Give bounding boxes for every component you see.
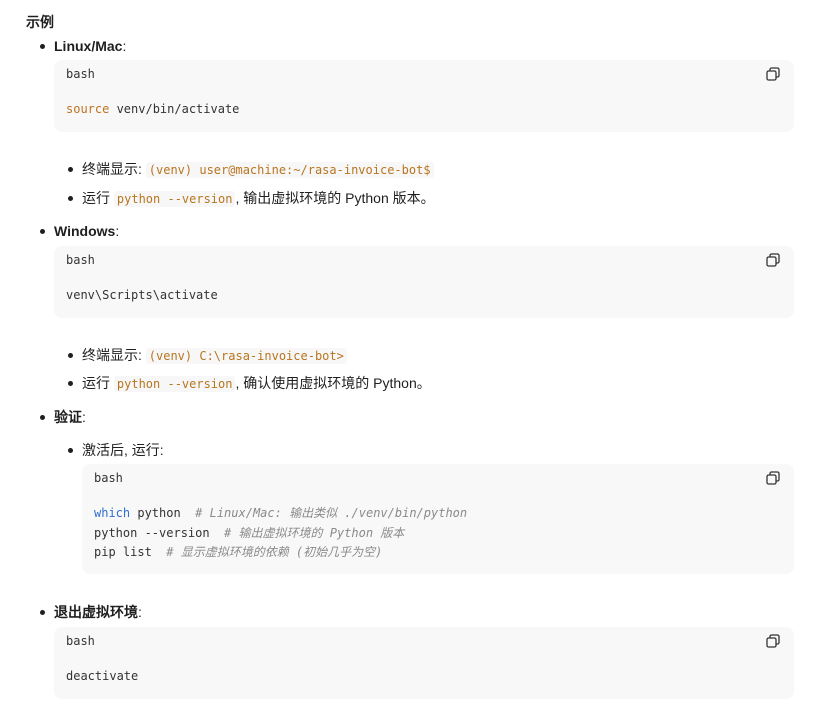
- list-item-after-activate: 激活后, 运行:: [68, 441, 164, 459]
- code-language-label: bash: [94, 471, 123, 485]
- list-item-terminal-display: 终端显示: (venv) user@machine:~/rasa-invoice…: [68, 160, 434, 179]
- section-heading: 示例: [26, 14, 54, 30]
- sub-prefix: 运行: [82, 190, 110, 206]
- list-item-terminal-display: 终端显示: (venv) C:\rasa-invoice-bot>: [68, 346, 347, 365]
- code-content: which python # Linux/Mac: 输出类似 ./venv/bi…: [94, 504, 467, 563]
- list-item-run-version: 运行 python --version, 确认使用虚拟环境的 Python。: [68, 374, 431, 393]
- code-text: pip list: [94, 545, 152, 559]
- code-language-label: bash: [66, 67, 95, 81]
- code-text: deactivate: [66, 669, 139, 683]
- code-text: python: [130, 506, 181, 520]
- verify-colon: :: [82, 409, 86, 425]
- list-item-exit-venv: 退出虚拟环境:: [40, 603, 142, 621]
- sub-suffix: , 确认使用虚拟环境的 Python。: [235, 375, 431, 391]
- windows-colon: :: [115, 223, 120, 239]
- code-text: venv\Scripts\activate: [66, 288, 218, 302]
- inline-code: python --version: [113, 376, 236, 392]
- sub-suffix: , 输出虚拟环境的 Python 版本。: [235, 190, 435, 206]
- list-item-windows: Windows:: [39, 222, 120, 240]
- windows-label: Windows: [54, 223, 116, 239]
- sub-prefix: 终端显示:: [82, 347, 142, 363]
- list-item-verify: 验证:: [40, 408, 86, 426]
- copy-icon[interactable]: [766, 634, 780, 648]
- linux-label: Linux/Mac: [54, 38, 123, 54]
- code-keyword: source: [66, 102, 110, 116]
- code-block-exit: bash deactivate: [54, 627, 794, 699]
- inline-code: (venv) user@machine:~/rasa-invoice-bot$: [145, 162, 434, 178]
- list-item-linux: Linux/Mac:: [39, 37, 127, 55]
- copy-icon[interactable]: [766, 67, 780, 81]
- code-keyword: which: [94, 506, 131, 520]
- code-language-label: bash: [66, 253, 95, 267]
- sub-prefix: 运行: [82, 375, 110, 391]
- sub-prefix: 终端显示:: [82, 161, 142, 177]
- copy-icon[interactable]: [766, 471, 780, 485]
- code-language-label: bash: [66, 634, 95, 648]
- code-comment: # 输出虚拟环境的 Python 版本: [209, 525, 405, 540]
- code-text: venv/bin/activate: [109, 102, 240, 116]
- code-block-verify: bash which python # Linux/Mac: 输出类似 ./ve…: [82, 464, 794, 574]
- verify-label: 验证: [54, 409, 82, 425]
- code-content: source venv/bin/activate: [66, 100, 239, 120]
- exit-label: 退出虚拟环境: [54, 604, 138, 620]
- list-item-run-version: 运行 python --version, 输出虚拟环境的 Python 版本。: [68, 189, 435, 208]
- sub-text: 激活后, 运行:: [82, 442, 164, 458]
- copy-icon[interactable]: [766, 253, 780, 267]
- inline-code: python --version: [113, 191, 236, 207]
- linux-colon: :: [122, 38, 127, 54]
- code-content: deactivate: [66, 667, 138, 687]
- code-content: venv\Scripts\activate: [66, 286, 218, 306]
- code-block-windows: bash venv\Scripts\activate: [54, 246, 794, 318]
- code-comment: # 显示虚拟环境的依赖 (初始几乎为空): [151, 545, 383, 559]
- code-comment: # Linux/Mac: 输出类似 ./venv/bin/python: [180, 506, 468, 520]
- inline-code: (venv) C:\rasa-invoice-bot>: [145, 348, 347, 364]
- code-block-linux: bash source venv/bin/activate: [54, 60, 794, 132]
- exit-colon: :: [138, 604, 142, 620]
- code-text: python --version: [94, 525, 210, 540]
